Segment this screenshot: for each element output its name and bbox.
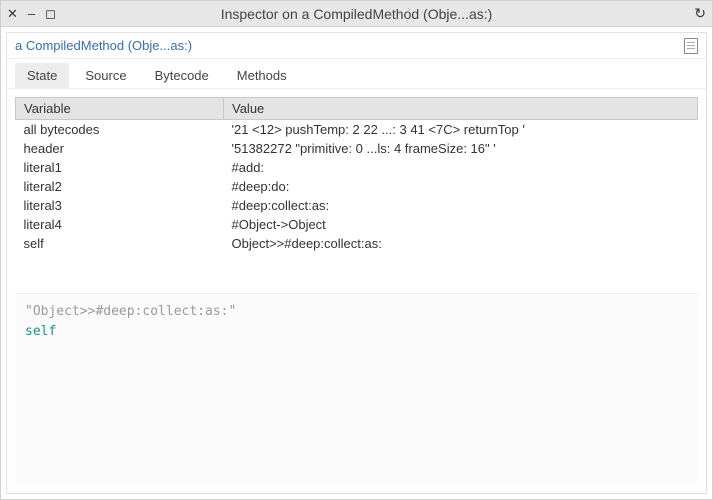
maximize-icon[interactable]: ◻ [45, 7, 56, 20]
variables-table-wrap: Variable Value all bytecodes '21 <12> pu… [15, 97, 698, 253]
column-header-variable[interactable]: Variable [16, 98, 224, 120]
cell-variable: all bytecodes [16, 120, 224, 140]
table-row[interactable]: literal3 #deep:collect:as: [16, 196, 698, 215]
code-pane[interactable]: "Object>>#deep:collect:as:" self [15, 293, 698, 485]
document-icon[interactable] [684, 38, 698, 54]
tab-state[interactable]: State [15, 63, 69, 88]
table-row[interactable]: literal2 #deep:do: [16, 177, 698, 196]
close-icon[interactable]: ✕ [7, 7, 18, 20]
table-row[interactable]: header '51382272 "primitive: 0 ...ls: 4 … [16, 139, 698, 158]
tab-source[interactable]: Source [73, 63, 138, 88]
refresh-icon[interactable]: ↻ [694, 5, 706, 22]
cell-value: '51382272 "primitive: 0 ...ls: 4 frameSi… [224, 139, 698, 158]
cell-value: #add: [224, 158, 698, 177]
tab-bytecode[interactable]: Bytecode [143, 63, 221, 88]
code-expression: self [25, 322, 688, 342]
cell-value: #deep:collect:as: [224, 196, 698, 215]
cell-value: Object>>#deep:collect:as: [224, 234, 698, 253]
titlebar: ✕ – ◻ Inspector on a CompiledMethod (Obj… [1, 1, 712, 27]
window-controls: ✕ – ◻ [7, 7, 56, 20]
window-body: a CompiledMethod (Obje...as:) State Sour… [1, 27, 712, 499]
cell-variable: literal2 [16, 177, 224, 196]
table-row[interactable]: self Object>>#deep:collect:as: [16, 234, 698, 253]
inspector-panel: a CompiledMethod (Obje...as:) State Sour… [6, 32, 707, 494]
cell-value: #Object->Object [224, 215, 698, 234]
table-row[interactable]: literal4 #Object->Object [16, 215, 698, 234]
minimize-icon[interactable]: – [28, 7, 35, 20]
cell-value: #deep:do: [224, 177, 698, 196]
tabs: State Source Bytecode Methods [7, 59, 706, 89]
variables-table: Variable Value all bytecodes '21 <12> pu… [15, 97, 698, 253]
breadcrumb-item[interactable]: a CompiledMethod (Obje...as:) [15, 38, 192, 53]
cell-variable: literal3 [16, 196, 224, 215]
table-row[interactable]: all bytecodes '21 <12> pushTemp: 2 22 ..… [16, 120, 698, 140]
tab-methods[interactable]: Methods [225, 63, 299, 88]
breadcrumb: a CompiledMethod (Obje...as:) [7, 33, 706, 59]
code-comment: "Object>>#deep:collect:as:" [25, 302, 688, 322]
tab-content: Variable Value all bytecodes '21 <12> pu… [7, 89, 706, 493]
cell-variable: header [16, 139, 224, 158]
table-row[interactable]: literal1 #add: [16, 158, 698, 177]
column-header-value[interactable]: Value [224, 98, 698, 120]
cell-variable: self [16, 234, 224, 253]
cell-variable: literal1 [16, 158, 224, 177]
spacer [15, 253, 698, 293]
cell-variable: literal4 [16, 215, 224, 234]
cell-value: '21 <12> pushTemp: 2 22 ...: 3 41 <7C> r… [224, 120, 698, 140]
inspector-window: ✕ – ◻ Inspector on a CompiledMethod (Obj… [0, 0, 713, 500]
window-title: Inspector on a CompiledMethod (Obje...as… [1, 6, 712, 22]
